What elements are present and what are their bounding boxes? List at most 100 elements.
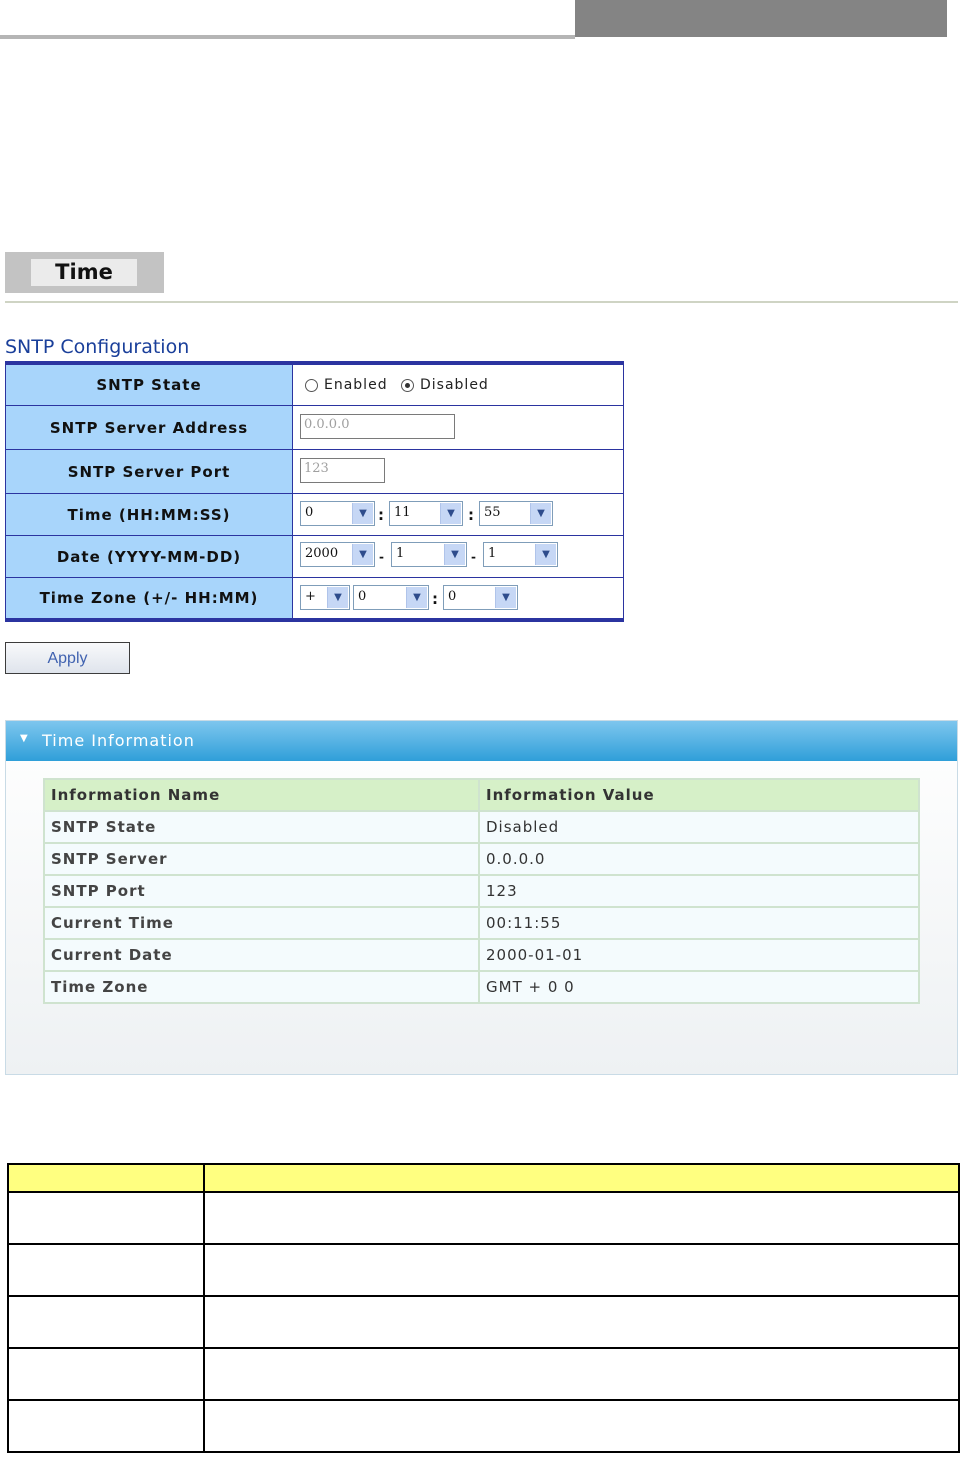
radio-disabled[interactable] <box>401 379 414 392</box>
row-date: Date (YYYY-MM-DD) 2000 ▼ - 1 ▼ - 1 ▼ <box>6 536 623 578</box>
description-cell <box>7 1295 205 1349</box>
panel-title: Time Information <box>42 731 195 750</box>
radio-enabled[interactable] <box>305 379 318 392</box>
chevron-down-icon: ▼ <box>535 544 556 565</box>
tab-divider <box>5 301 958 303</box>
chevron-down-icon: ▼ <box>352 544 373 565</box>
info-name: SNTP Port <box>43 874 480 908</box>
description-cell <box>203 1243 960 1297</box>
tz-hour-value: 0 <box>358 589 367 604</box>
row-label: SNTP Server Port <box>6 450 293 493</box>
row-timezone: Time Zone (+/- HH:MM) + ▼ 0 ▼ : 0 ▼ <box>6 578 623 618</box>
header-rule <box>0 35 575 39</box>
description-cell <box>7 1347 205 1401</box>
radio-enabled-label: Enabled <box>324 377 388 393</box>
hour-select[interactable]: 0 ▼ <box>300 501 375 526</box>
chevron-down-icon: ▼ <box>327 587 348 608</box>
radio-disabled-label: Disabled <box>420 377 489 393</box>
info-value: 123 <box>478 874 920 908</box>
info-name: SNTP State <box>43 810 480 844</box>
collapse-arrow-icon[interactable]: ▼ <box>20 733 29 744</box>
description-cell <box>203 1295 960 1349</box>
row-sntp-state: SNTP State Enabled Disabled <box>6 365 623 406</box>
date-separator: - <box>471 550 476 564</box>
tab-title: Time <box>31 259 137 286</box>
table-row: SNTP Port 123 <box>43 874 920 908</box>
month-select[interactable]: 1 ▼ <box>391 542 467 567</box>
chevron-down-icon: ▼ <box>530 503 551 524</box>
info-value: GMT + 0 0 <box>478 970 920 1004</box>
tz-minute-select[interactable]: 0 ▼ <box>443 585 518 610</box>
description-cell <box>7 1191 205 1245</box>
row-label: Time Zone (+/- HH:MM) <box>6 578 293 618</box>
info-name: Time Zone <box>43 970 480 1004</box>
section-title: SNTP Configuration <box>5 336 190 358</box>
info-name: Current Time <box>43 906 480 940</box>
table-header-row: Information Name Information Value <box>43 778 920 812</box>
header-value: Information Value <box>478 778 920 812</box>
info-value: Disabled <box>478 810 920 844</box>
chevron-down-icon: ▼ <box>406 587 427 608</box>
day-select[interactable]: 1 ▼ <box>483 542 558 567</box>
row-label: Date (YYYY-MM-DD) <box>6 536 293 577</box>
info-value: 0.0.0.0 <box>478 842 920 876</box>
description-row <box>7 1399 960 1453</box>
description-table <box>7 1163 960 1453</box>
description-cell <box>203 1191 960 1245</box>
description-cell <box>7 1399 205 1453</box>
description-row <box>7 1295 960 1349</box>
description-row <box>7 1347 960 1401</box>
time-tab: Time <box>5 252 164 293</box>
year-select[interactable]: 2000 ▼ <box>300 542 375 567</box>
tz-sign-select[interactable]: + ▼ <box>300 585 350 610</box>
apply-button[interactable]: Apply <box>5 642 130 674</box>
chevron-down-icon: ▼ <box>352 503 373 524</box>
description-header-cell <box>203 1163 960 1193</box>
server-port-input[interactable]: 123 <box>300 458 385 483</box>
tz-sign-value: + <box>305 589 316 604</box>
header-name: Information Name <box>43 778 480 812</box>
minute-value: 11 <box>394 505 411 520</box>
table-row: Time Zone GMT + 0 0 <box>43 970 920 1004</box>
second-value: 55 <box>484 505 501 520</box>
chevron-down-icon: ▼ <box>440 503 461 524</box>
row-server-port: SNTP Server Port 123 <box>6 450 623 494</box>
table-row: Current Time 00:11:55 <box>43 906 920 940</box>
date-separator: - <box>379 550 384 564</box>
table-row: SNTP State Disabled <box>43 810 920 844</box>
description-row <box>7 1243 960 1297</box>
time-information-table: Information Name Information Value SNTP … <box>43 778 920 1004</box>
info-value: 00:11:55 <box>478 906 920 940</box>
table-row: SNTP Server 0.0.0.0 <box>43 842 920 876</box>
second-select[interactable]: 55 ▼ <box>479 501 553 526</box>
description-cell <box>7 1243 205 1297</box>
row-label: SNTP Server Address <box>6 406 293 449</box>
table-row: Current Date 2000-01-01 <box>43 938 920 972</box>
row-time: Time (HH:MM:SS) 0 ▼ : 11 ▼ : 55 ▼ <box>6 494 623 536</box>
minute-select[interactable]: 11 ▼ <box>389 501 463 526</box>
description-header-row <box>7 1163 960 1193</box>
month-value: 1 <box>396 546 405 561</box>
chevron-down-icon: ▼ <box>495 587 516 608</box>
info-name: Current Date <box>43 938 480 972</box>
tz-minute-value: 0 <box>448 589 457 604</box>
time-separator: : <box>378 506 384 524</box>
row-label: SNTP State <box>6 365 293 405</box>
row-server-address: SNTP Server Address 0.0.0.0 <box>6 406 623 450</box>
chevron-down-icon: ▼ <box>444 544 465 565</box>
description-header-cell <box>7 1163 205 1193</box>
info-value: 2000-01-01 <box>478 938 920 972</box>
time-information-panel: ▼ Time Information Information Name Info… <box>5 720 958 1075</box>
description-cell <box>203 1399 960 1453</box>
info-name: SNTP Server <box>43 842 480 876</box>
year-value: 2000 <box>305 546 339 561</box>
hour-value: 0 <box>305 505 314 520</box>
description-cell <box>203 1347 960 1401</box>
row-label: Time (HH:MM:SS) <box>6 494 293 535</box>
panel-header[interactable]: ▼ Time Information <box>6 721 957 761</box>
description-row <box>7 1191 960 1245</box>
server-address-input[interactable]: 0.0.0.0 <box>300 414 455 439</box>
header-block <box>575 0 947 37</box>
tz-hour-select[interactable]: 0 ▼ <box>353 585 429 610</box>
sntp-config-table: SNTP State Enabled Disabled SNTP Server … <box>5 361 624 622</box>
